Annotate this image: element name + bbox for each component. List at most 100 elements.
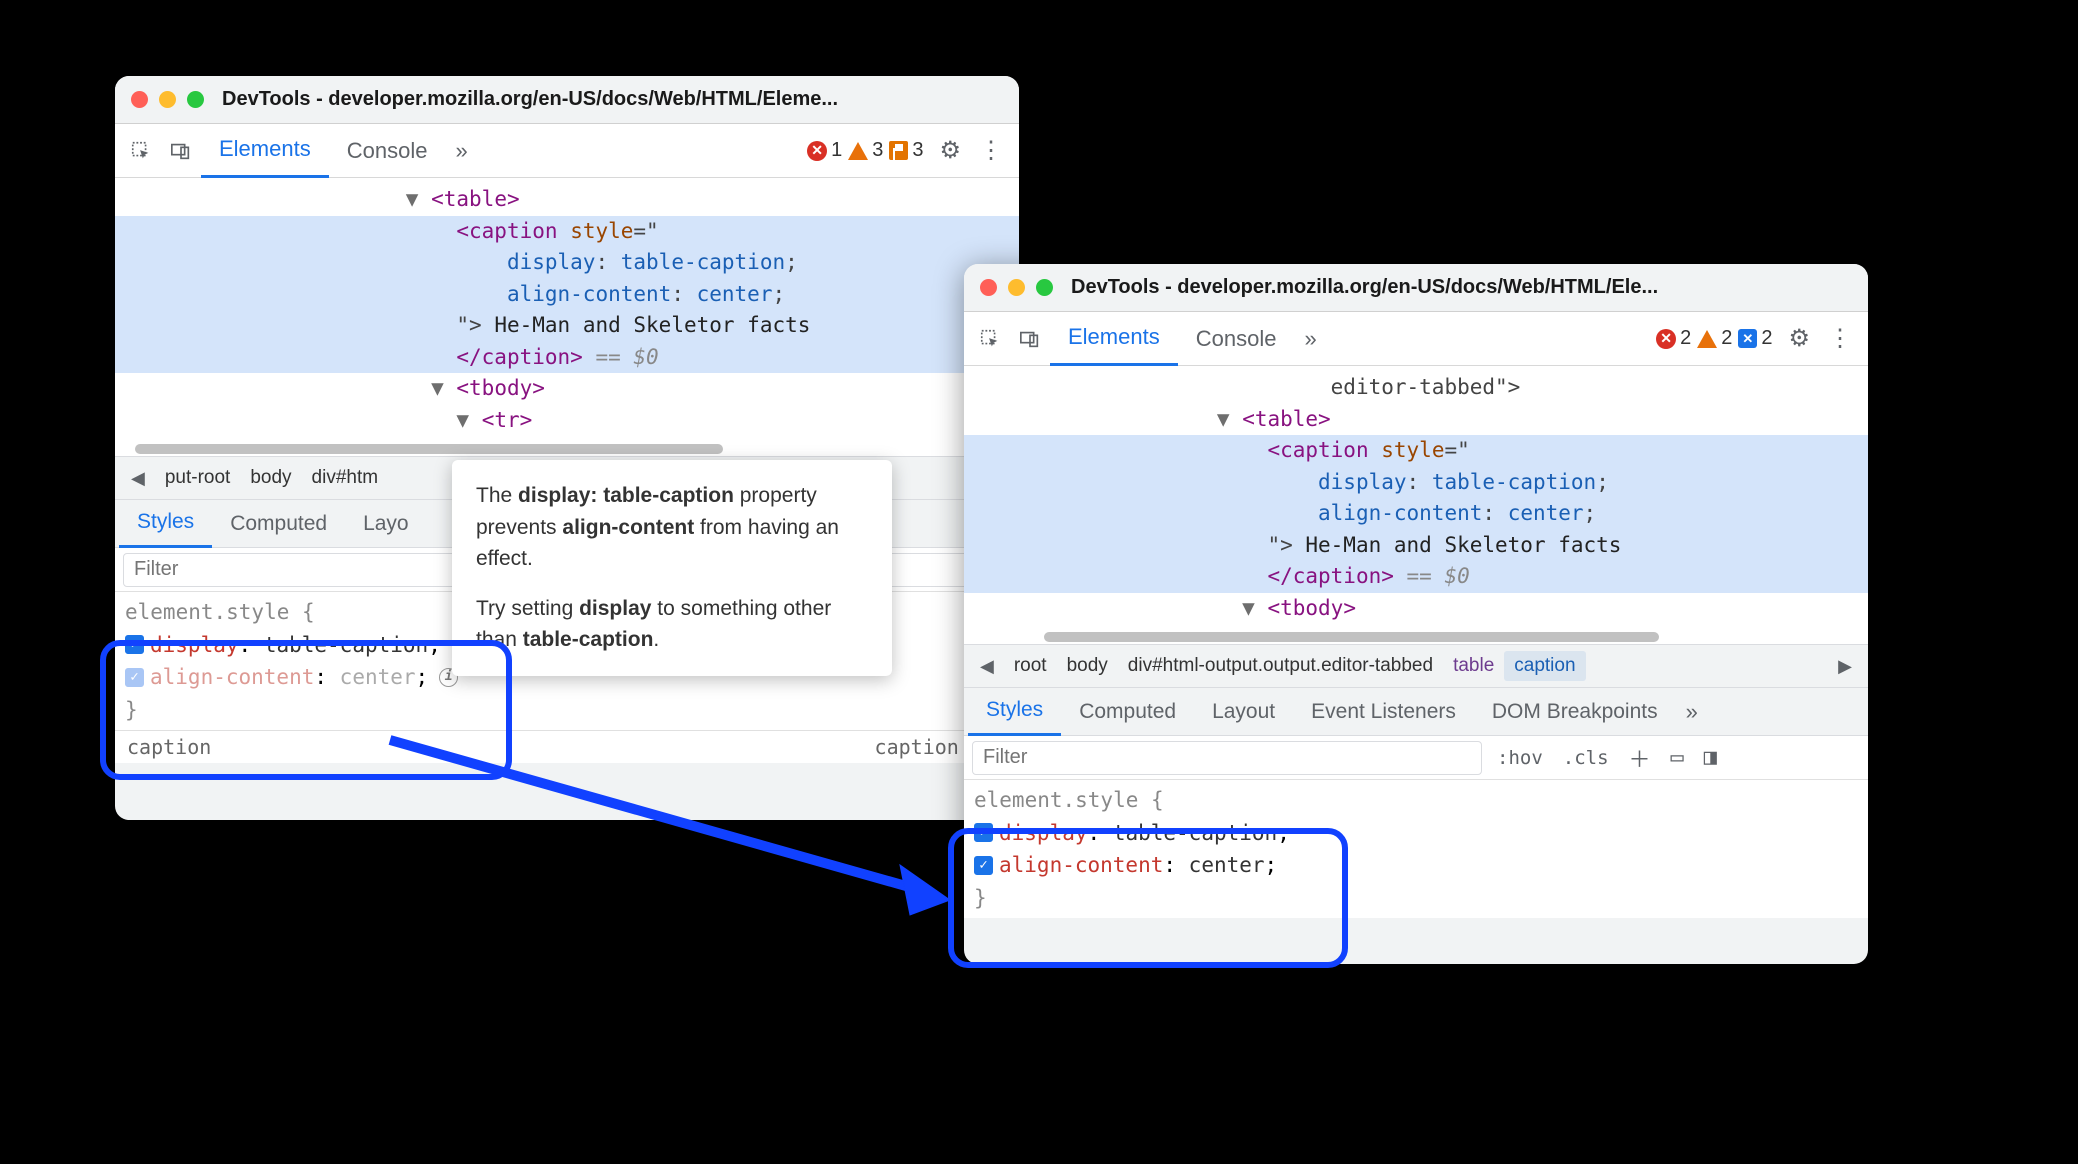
tab-console[interactable]: Console [329, 124, 446, 178]
more-tabs-icon[interactable]: » [445, 138, 477, 164]
settings-icon[interactable]: ⚙ [1780, 324, 1818, 353]
computed-toggle-icon[interactable]: ▭ [1666, 745, 1689, 770]
subtab-event-listeners[interactable]: Event Listeners [1293, 688, 1474, 736]
dom-style-line[interactable]: align-content: center; [964, 498, 1868, 530]
styles-pane[interactable]: element.style { ✓ display: table-caption… [964, 780, 1868, 918]
device-toggle-icon[interactable] [163, 133, 199, 169]
menu-icon[interactable]: ⋮ [969, 136, 1013, 165]
dom-node[interactable]: ▼ <tbody> [964, 593, 1868, 625]
crumb-item-active[interactable]: caption [1504, 651, 1585, 681]
dom-node[interactable]: ▼ <tr> [115, 405, 1019, 437]
crumb-item[interactable]: div#html-output.output.editor-tabbed [1118, 651, 1443, 681]
warning-count-value: 2 [1721, 327, 1732, 350]
main-toolbar: Elements Console » ✕1 3 3 ⚙ ⋮ [115, 124, 1019, 178]
warning-count[interactable]: 2 [1697, 327, 1732, 350]
flag-count[interactable]: 3 [889, 139, 923, 162]
close-icon[interactable] [131, 91, 148, 108]
property-name[interactable]: display [150, 633, 239, 657]
crumb-prev-icon[interactable]: ◀ [121, 468, 155, 489]
dom-node[interactable]: ▼ <table> [115, 184, 1019, 216]
titlebar[interactable]: DevTools - developer.mozilla.org/en-US/d… [115, 76, 1019, 124]
issue-counts[interactable]: ✕1 3 3 [807, 139, 923, 162]
device-toggle-icon[interactable] [1012, 321, 1048, 357]
checkbox-icon[interactable]: ✓ [125, 635, 144, 654]
minimize-icon[interactable] [1008, 279, 1025, 296]
crumb-item[interactable]: table [1443, 651, 1504, 681]
style-selector[interactable]: element.style { [974, 784, 1858, 817]
maximize-icon[interactable] [187, 91, 204, 108]
more-tabs-icon[interactable]: » [1294, 326, 1326, 352]
inspect-icon[interactable] [123, 133, 159, 169]
titlebar[interactable]: DevTools - developer.mozilla.org/en-US/d… [964, 264, 1868, 312]
dom-node[interactable]: ▼ <tbody> [115, 373, 1019, 405]
dom-node-close[interactable]: </caption> == $0 [964, 561, 1868, 593]
subtab-styles[interactable]: Styles [119, 500, 212, 548]
subtab-computed[interactable]: Computed [212, 500, 345, 548]
subtab-dom-breakpoints[interactable]: DOM Breakpoints [1474, 688, 1676, 736]
property-value[interactable]: center [1189, 853, 1265, 877]
scroll-thumb[interactable] [135, 444, 723, 454]
breadcrumb[interactable]: ◀ root body div#html-output.output.edito… [964, 644, 1868, 688]
crumb-item[interactable]: put-root [155, 463, 240, 493]
dom-style-line[interactable]: display: table-caption; [964, 467, 1868, 499]
issue-counts[interactable]: ✕2 2 2 [1656, 327, 1772, 350]
crumb-item[interactable]: body [240, 463, 301, 493]
crumb-next-icon[interactable]: ▶ [1828, 656, 1862, 677]
property-name[interactable]: align-content [150, 665, 314, 689]
filter-input[interactable] [972, 741, 1482, 775]
error-count[interactable]: ✕1 [807, 139, 842, 162]
minimize-icon[interactable] [159, 91, 176, 108]
maximize-icon[interactable] [1036, 279, 1053, 296]
window-title: DevTools - developer.mozilla.org/en-US/d… [222, 88, 838, 111]
cls-button[interactable]: .cls [1558, 747, 1614, 769]
crumb-item[interactable]: div#htm [302, 463, 389, 493]
dom-node[interactable]: ▼ <table> [964, 404, 1868, 436]
subtab-layout[interactable]: Layout [1194, 688, 1293, 736]
tab-elements[interactable]: Elements [201, 124, 329, 178]
dom-tree[interactable]: editor-tabbed"> ▼ <table> <caption style… [964, 366, 1868, 630]
inspect-icon[interactable] [972, 321, 1008, 357]
property-value[interactable]: center [340, 665, 416, 689]
style-close-brace: } [974, 882, 1858, 915]
subtab-styles[interactable]: Styles [968, 688, 1061, 736]
menu-icon[interactable]: ⋮ [1818, 324, 1862, 353]
new-style-rule-icon[interactable]: ＋ [1624, 742, 1656, 774]
checkbox-icon[interactable]: ✓ [974, 823, 993, 842]
subtab-computed[interactable]: Computed [1061, 688, 1194, 736]
property-name[interactable]: align-content [999, 853, 1163, 877]
subtab-layout[interactable]: Layo [345, 500, 427, 548]
style-declaration[interactable]: ✓ display: table-caption; [974, 817, 1858, 850]
crumb-item[interactable]: root [1004, 651, 1057, 681]
error-count[interactable]: ✕2 [1656, 327, 1691, 350]
scrollbar[interactable] [964, 630, 1868, 644]
sidebar-toggle-icon[interactable]: ◨ [1699, 745, 1722, 770]
tab-elements[interactable]: Elements [1050, 312, 1178, 366]
dom-style-line[interactable]: display: table-caption; [115, 247, 1019, 279]
dom-tree[interactable]: ▼ <table> <caption style=" display: tabl… [115, 178, 1019, 442]
issue-count[interactable]: 2 [1738, 327, 1772, 350]
dom-node-close[interactable]: </caption> == $0 [115, 342, 1019, 374]
dom-node-text[interactable]: "> He-Man and Skeletor facts [115, 310, 1019, 342]
scrollbar[interactable] [115, 442, 1019, 456]
settings-icon[interactable]: ⚙ [931, 136, 969, 165]
dom-node-caption[interactable]: <caption style=" [964, 435, 1868, 467]
dom-node-caption[interactable]: <caption style=" [115, 216, 1019, 248]
scroll-thumb[interactable] [1044, 632, 1659, 642]
cutoff-rule: caption caption htm [115, 731, 1019, 763]
dom-style-line[interactable]: align-content: center; [115, 279, 1019, 311]
property-value[interactable]: table-caption [264, 633, 428, 657]
more-subtabs-icon[interactable]: » [1676, 699, 1708, 725]
property-name[interactable]: display [999, 821, 1088, 845]
dom-node[interactable]: editor-tabbed"> [964, 372, 1868, 404]
hov-button[interactable]: :hov [1492, 747, 1548, 769]
crumb-prev-icon[interactable]: ◀ [970, 656, 1004, 677]
warning-count[interactable]: 3 [848, 139, 883, 162]
property-value[interactable]: table-caption [1113, 821, 1277, 845]
tab-console[interactable]: Console [1178, 312, 1295, 366]
checkbox-icon[interactable]: ✓ [974, 856, 993, 875]
style-declaration[interactable]: ✓ align-content: center; [974, 849, 1858, 882]
dom-node-text[interactable]: "> He-Man and Skeletor facts [964, 530, 1868, 562]
crumb-item[interactable]: body [1057, 651, 1118, 681]
close-icon[interactable] [980, 279, 997, 296]
checkbox-icon[interactable]: ✓ [125, 668, 144, 687]
